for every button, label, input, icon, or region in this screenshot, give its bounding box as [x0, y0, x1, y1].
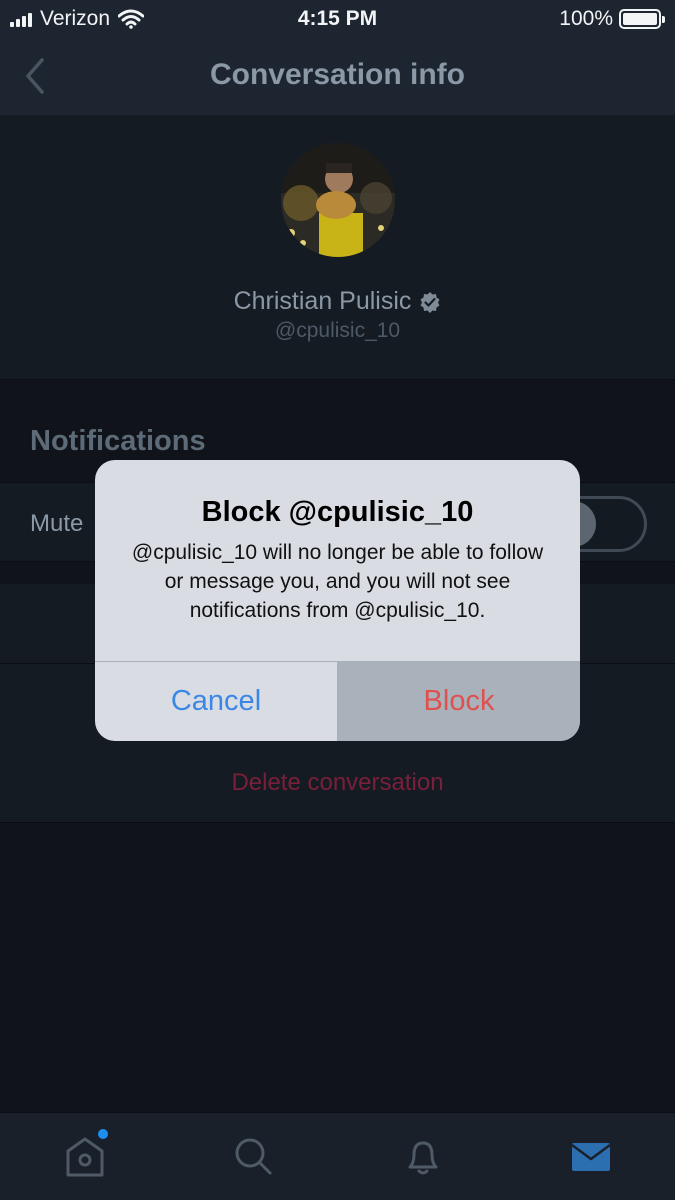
notifications-header: Notifications — [30, 425, 206, 457]
battery-icon — [619, 9, 665, 29]
avatar-image — [281, 143, 395, 257]
status-bar: Verizon 4:15 PM 100% — [0, 0, 675, 40]
block-alert-dialog: Block @cpulisic_10 @cpulisic_10 will no … — [95, 460, 580, 741]
tab-messages[interactable] — [566, 1131, 616, 1181]
battery-fill — [623, 13, 657, 25]
bell-icon — [408, 1141, 438, 1175]
notification-dot — [98, 1129, 108, 1139]
envelope-icon — [571, 1143, 611, 1171]
profile-section: Christian Pulisic @cpulisic_10 — [0, 115, 675, 380]
profile-name: Christian Pulisic — [233, 287, 412, 315]
avatar[interactable] — [281, 143, 395, 257]
profile-name-row: Christian Pulisic — [0, 287, 675, 316]
page-title: Conversation info — [209, 58, 465, 91]
verified-badge-icon — [420, 291, 440, 313]
alert-message: @cpulisic_10 will no longer be able to f… — [131, 541, 544, 622]
tab-notifications[interactable] — [398, 1131, 448, 1181]
block-button[interactable]: Block — [338, 662, 580, 741]
tab-home[interactable] — [60, 1129, 110, 1181]
profile-handle: @cpulisic_10 — [274, 319, 401, 342]
search-icon — [235, 1138, 272, 1175]
nav-bar: Conversation info — [0, 40, 675, 115]
tab-bar — [0, 1112, 675, 1200]
cancel-button[interactable]: Cancel — [95, 662, 338, 741]
delete-conversation-button[interactable]: Delete conversation — [0, 769, 675, 797]
battery-percent: 100% — [559, 7, 613, 30]
mute-label: Mute — [30, 510, 84, 537]
delete-conversation-row[interactable]: Delete conversation — [0, 743, 675, 823]
tab-search[interactable] — [228, 1131, 278, 1181]
alert-button-row: Cancel Block — [95, 661, 580, 741]
battery-group: 100% — [559, 7, 665, 31]
alert-title: Block @cpulisic_10 — [201, 496, 474, 528]
